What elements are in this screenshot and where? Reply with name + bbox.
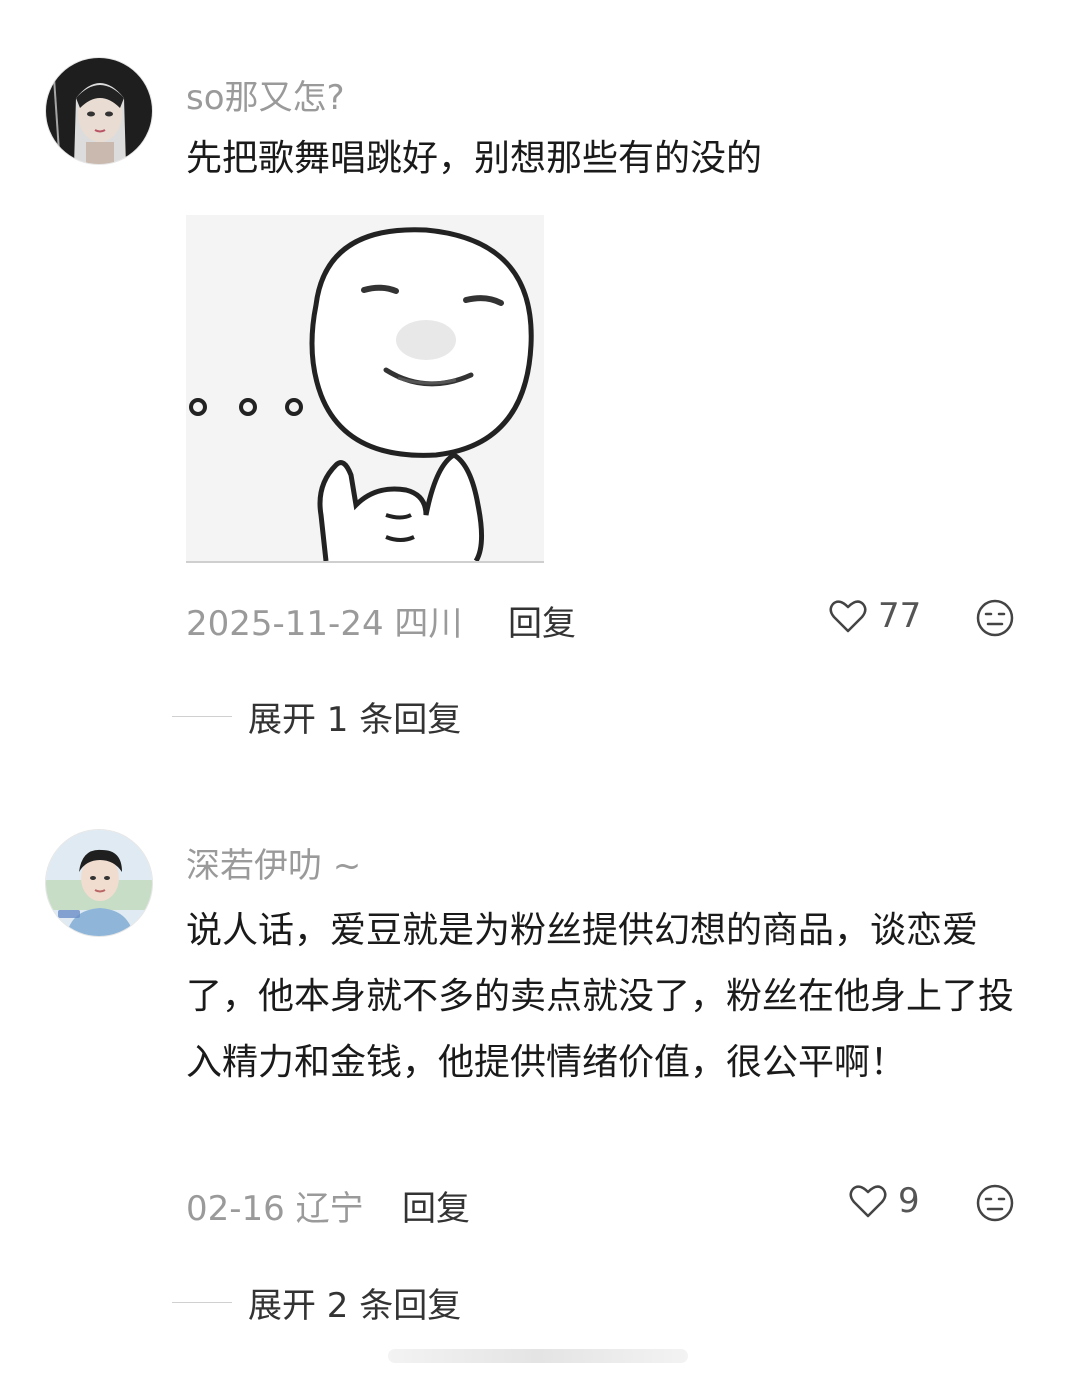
comment-date: 02-16 [186, 1189, 285, 1229]
young-man-avatar-icon [46, 830, 152, 936]
comment-text: 说人话，爱豆就是为粉丝提供幻想的商品，谈恋爱了，他本身就不多的卖点就没了，粉丝在… [186, 910, 1015, 1083]
like-count: 9 [898, 1181, 920, 1221]
comment-item: 深若伊叻 ~ 说人话，爱豆就是为粉丝提供幻想的商品，谈恋爱了，他本身就不多的卖点… [0, 0, 1080, 1340]
scroll-indicator[interactable] [388, 1349, 688, 1363]
comment-meta: 02-16 辽宁 [186, 1181, 364, 1230]
like-button[interactable]: 9 [848, 1181, 920, 1221]
username[interactable]: 深若伊叻 ~ [186, 838, 361, 887]
reply-button[interactable]: 回复 [402, 1181, 470, 1230]
expand-replies-label: 展开 2 条回复 [248, 1286, 462, 1326]
heart-icon [849, 1185, 887, 1218]
user-avatar[interactable] [45, 829, 153, 937]
divider [172, 1302, 232, 1303]
emoji-react-button[interactable] [975, 1183, 1015, 1223]
expand-replies-button[interactable]: 展开 2 条回复 [172, 1278, 461, 1327]
neutral-face-icon [976, 1184, 1014, 1222]
comment-location: 辽宁 [295, 1189, 364, 1229]
